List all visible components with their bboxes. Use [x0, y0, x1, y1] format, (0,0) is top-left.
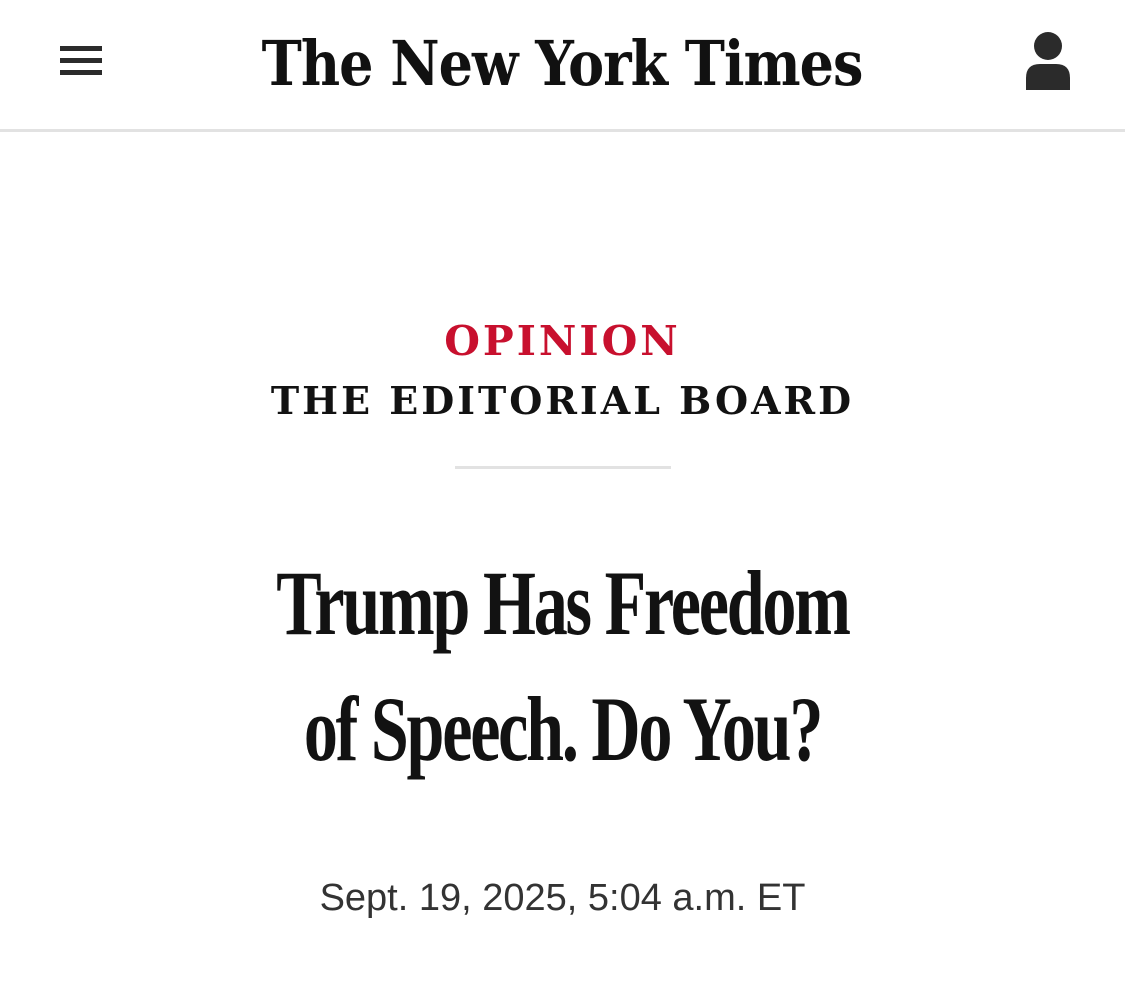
publish-date: Sept. 19, 2025, 5:04 a.m. ET — [319, 877, 806, 919]
menu-icon-bar — [60, 58, 102, 63]
hamburger-menu-icon — [60, 46, 102, 51]
masthead-logo[interactable]: The New York Times — [262, 11, 864, 115]
headline: Trump Has Freedom of Speech. Do You? — [146, 540, 979, 792]
user-account-icon — [1026, 32, 1070, 90]
account-button[interactable] — [1016, 28, 1080, 92]
site-header: The New York Times — [0, 0, 1125, 132]
menu-button[interactable] — [56, 40, 106, 80]
byline[interactable]: THE EDITORIAL BOARD — [0, 378, 1125, 424]
section-label[interactable]: OPINION — [0, 316, 1125, 366]
headline-line-1: Trump Has Freedom — [276, 552, 851, 654]
headline-line-2: of Speech. Do You? — [303, 678, 824, 780]
divider — [455, 466, 671, 469]
menu-icon-bar — [60, 70, 102, 75]
